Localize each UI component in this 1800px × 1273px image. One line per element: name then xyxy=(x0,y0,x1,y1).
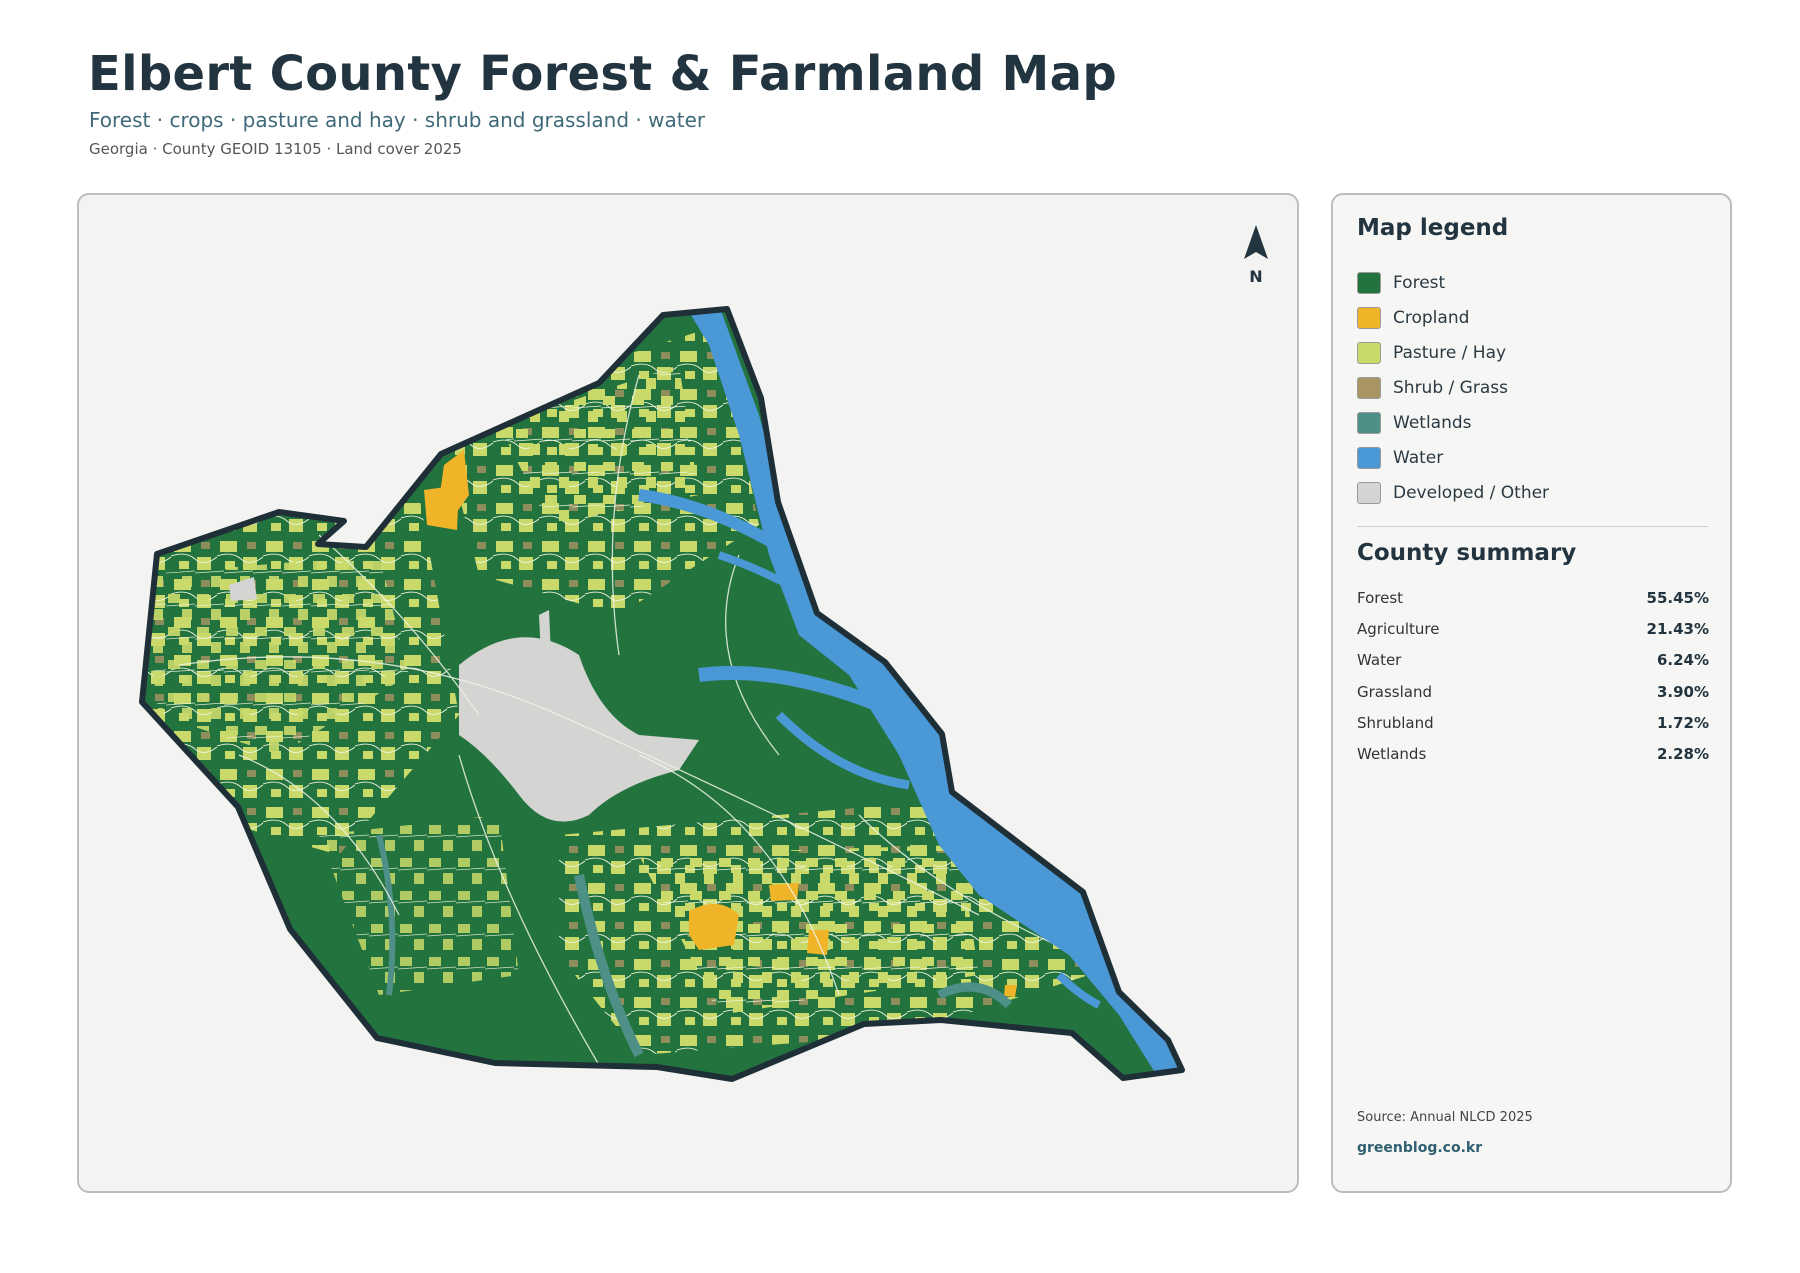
site-link[interactable]: greenblog.co.kr xyxy=(1357,1140,1482,1156)
summary-row: Water 6.24% xyxy=(1357,645,1709,676)
legend-item-cropland: Cropland xyxy=(1357,300,1549,335)
legend-label: Cropland xyxy=(1393,307,1470,328)
legend-swatch-wetlands xyxy=(1357,411,1381,434)
legend-label: Forest xyxy=(1393,272,1446,293)
summary-label: Wetlands xyxy=(1357,745,1427,764)
summary-list: Forest 55.45% Agriculture 21.43% Water 6… xyxy=(1357,582,1709,770)
summary-label: Agriculture xyxy=(1357,619,1440,638)
legend-item-water: Water xyxy=(1357,440,1549,475)
summary-row: Forest 55.45% xyxy=(1357,582,1709,613)
legend-label: Developed / Other xyxy=(1393,482,1550,503)
map-title: Elbert County Forest & Farmland Map xyxy=(88,46,1117,102)
legend-swatch-shrub xyxy=(1357,376,1381,399)
summary-value: 6.24% xyxy=(1656,651,1709,670)
summary-row: Shrubland 1.72% xyxy=(1357,707,1709,738)
north-arrow-icon xyxy=(1244,225,1268,259)
legend-swatch-water xyxy=(1357,446,1381,469)
legend-label: Water xyxy=(1393,447,1444,468)
legend-item-pasture: Pasture / Hay xyxy=(1357,335,1549,370)
summary-value: 21.43% xyxy=(1646,619,1709,638)
summary-label: Water xyxy=(1357,651,1402,670)
summary-label: Forest xyxy=(1357,588,1404,607)
legend-item-wetlands: Wetlands xyxy=(1357,405,1549,440)
summary-value: 2.28% xyxy=(1656,745,1709,764)
summary-label: Shrubland xyxy=(1357,713,1434,732)
legend-swatch-pasture xyxy=(1357,341,1381,364)
legend-swatch-developed xyxy=(1357,481,1381,504)
summary-row: Grassland 3.90% xyxy=(1357,676,1709,707)
legend-label: Wetlands xyxy=(1393,412,1472,433)
legend-list: Forest Cropland Pasture / Hay Shrub / Gr… xyxy=(1357,265,1549,510)
legend-label: Shrub / Grass xyxy=(1393,377,1508,398)
summary-label: Grassland xyxy=(1357,682,1432,701)
map-panel[interactable]: N xyxy=(77,193,1299,1193)
map-subtitle: Forest · crops · pasture and hay · shrub… xyxy=(89,108,706,132)
legend-item-developed: Developed / Other xyxy=(1357,475,1549,510)
side-panel: Map legend Forest Cropland Pasture / Hay… xyxy=(1331,193,1732,1193)
summary-row: Agriculture 21.43% xyxy=(1357,613,1709,644)
north-arrow: N xyxy=(1231,225,1281,287)
north-label: N xyxy=(1249,267,1263,286)
county-map[interactable] xyxy=(79,195,1299,1193)
legend-item-forest: Forest xyxy=(1357,265,1549,300)
source-note: Source: Annual NLCD 2025 xyxy=(1357,1110,1533,1125)
summary-value: 1.72% xyxy=(1656,713,1709,732)
legend-swatch-forest xyxy=(1357,271,1381,294)
legend-label: Pasture / Hay xyxy=(1393,342,1507,363)
map-meta: Georgia · County GEOID 13105 · Land cove… xyxy=(89,140,462,158)
summary-row: Wetlands 2.28% xyxy=(1357,738,1709,769)
legend-title: Map legend xyxy=(1357,215,1509,241)
panel-divider xyxy=(1357,526,1708,527)
summary-title: County summary xyxy=(1357,540,1577,566)
legend-item-shrub: Shrub / Grass xyxy=(1357,370,1549,405)
summary-value: 55.45% xyxy=(1646,588,1709,607)
summary-value: 3.90% xyxy=(1656,682,1709,701)
legend-swatch-cropland xyxy=(1357,306,1381,329)
